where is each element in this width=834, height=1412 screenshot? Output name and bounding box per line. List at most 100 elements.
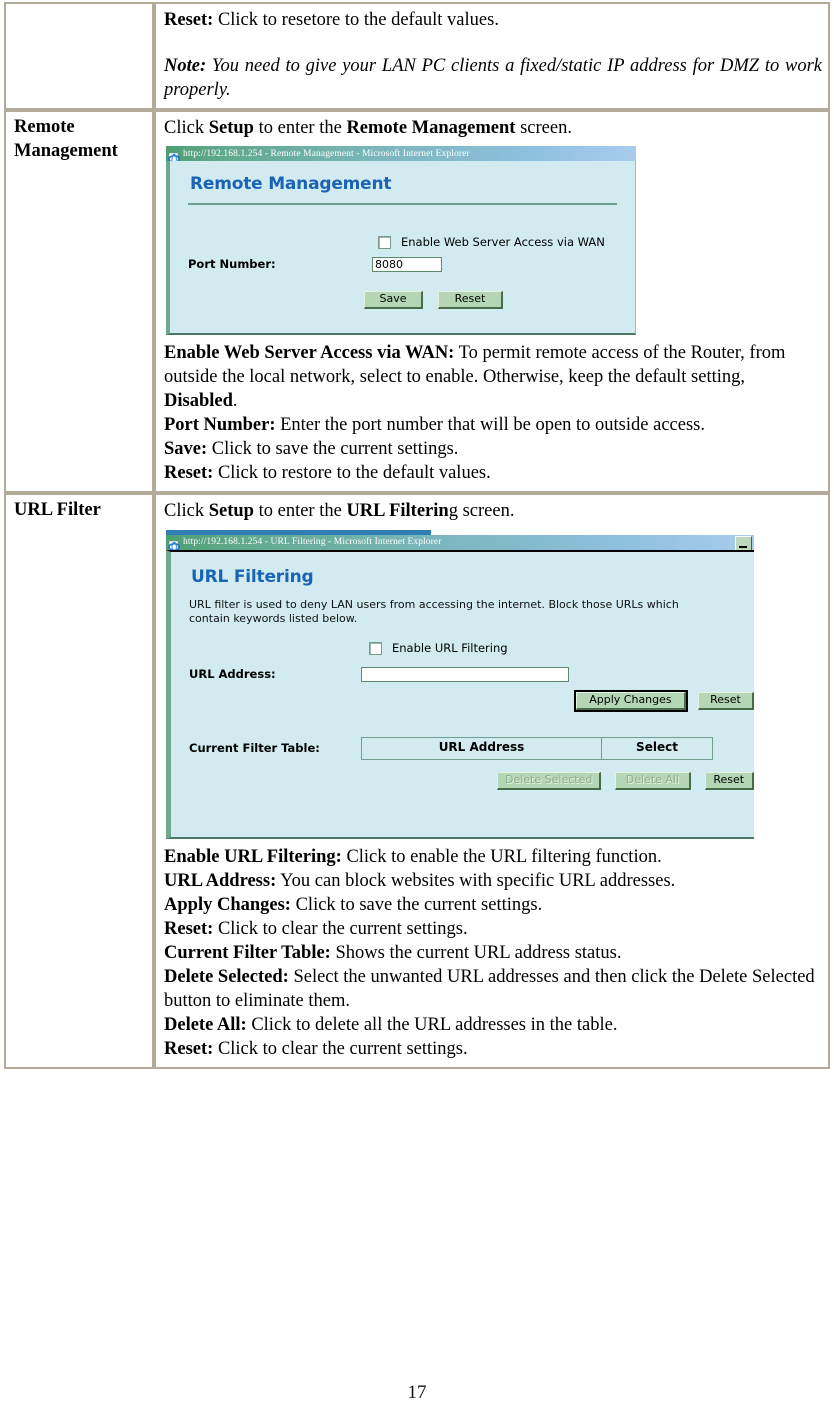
description-term: Enable Web Server Access via WAN: (164, 343, 455, 364)
enable-url-filtering-label: Enable URL Filtering (392, 641, 508, 656)
row-body-cell-remote-management: Click Setup to enter the Remote Manageme… (154, 110, 830, 494)
description-text: Click to enable the URL filtering functi… (341, 846, 662, 867)
reset-description: Reset: Click to resetore to the default … (164, 8, 822, 32)
row-label-cell-url-filter: URL Filter (4, 493, 154, 1069)
description-term: Enable URL Filtering: (164, 846, 342, 867)
reset-term: Reset: (164, 10, 214, 30)
note-text: You need to give your LAN PC clients a f… (164, 56, 822, 101)
table-row: Remote Management Click Setup to enter t… (4, 110, 830, 494)
manual-table: Reset: Click to resetore to the default … (4, 2, 830, 1069)
intro-post: screen. (515, 118, 572, 139)
description-term: Reset: (164, 463, 214, 484)
enable-url-filtering-row: Enable URL Filtering (171, 641, 754, 656)
dmz-note: Note: You need to give your LAN PC clien… (164, 54, 822, 102)
current-filter-table-row: Current Filter Table: URL Address Select (171, 737, 754, 760)
port-number-label: Port Number: (188, 257, 276, 272)
window-titlebar[interactable]: http://192.168.1.254 - Remote Management… (166, 146, 636, 162)
reset-button-top[interactable]: Reset (697, 692, 754, 711)
intro-mid: to enter the (253, 118, 347, 139)
delete-all-button[interactable]: Delete All (615, 771, 691, 791)
description-item: Reset: Click to clear the current settin… (164, 1037, 822, 1061)
window-title: http://192.168.1.254 - Remote Management… (183, 148, 470, 159)
row-label: URL Filter (14, 500, 101, 521)
intro-post: g screen. (448, 501, 515, 522)
save-button[interactable]: Save (364, 291, 423, 310)
row-label-cell-empty (4, 2, 154, 111)
window-title: http://192.168.1.254 - URL Filtering - M… (183, 536, 442, 547)
enable-url-filtering-checkbox[interactable] (369, 642, 382, 656)
description-item: Current Filter Table: Shows the current … (164, 941, 822, 965)
description-item: Port Number: Enter the port number that … (164, 413, 822, 437)
table-row: URL Filter Click Setup to enter the URL … (4, 493, 830, 1069)
row-body-cell-url-filter: Click Setup to enter the URL Filtering s… (154, 493, 830, 1069)
port-number-input[interactable]: 8080 (372, 257, 442, 273)
description-item: Delete All: Click to delete all the URL … (164, 1013, 822, 1037)
delete-buttons-row: Delete Selected Delete All Reset (171, 771, 754, 791)
url-filter-intro: Click Setup to enter the URL Filtering s… (164, 499, 822, 523)
description-term: Apply Changes: (164, 894, 291, 915)
minimize-icon[interactable] (735, 535, 752, 550)
apply-reset-buttons: Apply Changes Reset (171, 690, 754, 713)
current-filter-table-label: Current Filter Table: (189, 741, 320, 756)
page-number: 17 (407, 1382, 427, 1403)
description-term: Current Filter Table: (164, 942, 331, 963)
description-item: URL Address: You can block websites with… (164, 869, 822, 893)
enable-wan-row: Enable Web Server Access via WAN (170, 235, 635, 250)
enable-web-server-access-checkbox[interactable] (378, 236, 391, 250)
url-address-label: URL Address: (189, 667, 276, 682)
remote-management-browser-window: http://192.168.1.254 - Remote Management… (166, 146, 636, 336)
current-filter-table: URL Address Select (361, 737, 713, 760)
intro-pre: Click (164, 501, 209, 522)
description-term: Delete Selected: (164, 966, 289, 987)
intro-bold-screen-name: URL Filterin (346, 501, 449, 522)
ie-page-icon (168, 148, 181, 162)
description-text: Click to save the current settings. (290, 894, 543, 915)
reset-button[interactable]: Reset (438, 291, 503, 310)
description-term: Save: (164, 439, 208, 460)
row-body-cell-dmz-notes: Reset: Click to resetore to the default … (154, 2, 830, 111)
row-label: Remote Management (14, 117, 118, 161)
ie-page-icon (168, 536, 181, 550)
row-label-cell-remote-management: Remote Management (4, 110, 154, 494)
description-item: Apply Changes: Click to save the current… (164, 893, 822, 917)
reset-button-bottom[interactable]: Reset (704, 771, 754, 791)
description-item: Reset: Click to restore to the default v… (164, 461, 822, 485)
description-item: Delete Selected: Select the unwanted URL… (164, 965, 822, 1013)
heading-divider (188, 203, 617, 206)
description-text: Enter the port number that will be open … (275, 415, 705, 436)
window-titlebar[interactable]: http://192.168.1.254 - URL Filtering - M… (166, 534, 754, 550)
url-address-input[interactable] (361, 667, 569, 683)
apply-changes-button[interactable]: Apply Changes (574, 690, 688, 713)
description-item: Enable URL Filtering: Click to enable th… (164, 845, 822, 869)
remote-management-intro: Click Setup to enter the Remote Manageme… (164, 116, 822, 140)
description-term: Reset: (164, 918, 214, 939)
reset-text: Click to resetore to the default values. (213, 10, 499, 30)
description-text: Click to clear the current settings. (213, 1038, 468, 1059)
description-term: Reset: (164, 1038, 214, 1059)
page-heading: URL Filtering (191, 566, 314, 587)
filter-table-header-select: Select (636, 740, 678, 755)
intro-bold-setup: Setup (208, 501, 254, 522)
description-text: You can block websites with specific URL… (276, 870, 676, 891)
table-row: Reset: Click to resetore to the default … (4, 2, 830, 111)
window-content: Remote Management Enable Web Server Acce… (166, 161, 636, 336)
url-filter-descriptions: Enable URL Filtering: Click to enable th… (164, 845, 822, 1061)
enable-web-server-access-label: Enable Web Server Access via WAN (401, 235, 605, 250)
description-term: Port Number: (164, 415, 276, 436)
description-text: Click to clear the current settings. (213, 918, 468, 939)
note-term: Note: (164, 56, 207, 77)
intro-bold-screen-name: Remote Management (346, 118, 516, 139)
url-filtering-browser-window: http://192.168.1.254 - URL Filtering - M… (166, 529, 754, 839)
description-item: Save: Click to save the current settings… (164, 437, 822, 461)
page-heading: Remote Management (190, 174, 392, 195)
intro-pre: Click (164, 118, 209, 139)
description-term: Delete All: (164, 1014, 247, 1035)
window-content: URL Filtering URL filter is used to deny… (166, 549, 754, 839)
description-text: Click to delete all the URL addresses in… (246, 1014, 618, 1035)
remote-management-buttons: Save Reset (170, 291, 635, 310)
description-bold-tail: Disabled (164, 391, 233, 412)
description-text: Shows the current URL address status. (330, 942, 622, 963)
intro-bold-setup: Setup (208, 118, 254, 139)
intro-mid: to enter the (253, 501, 347, 522)
delete-selected-button[interactable]: Delete Selected (497, 771, 602, 791)
